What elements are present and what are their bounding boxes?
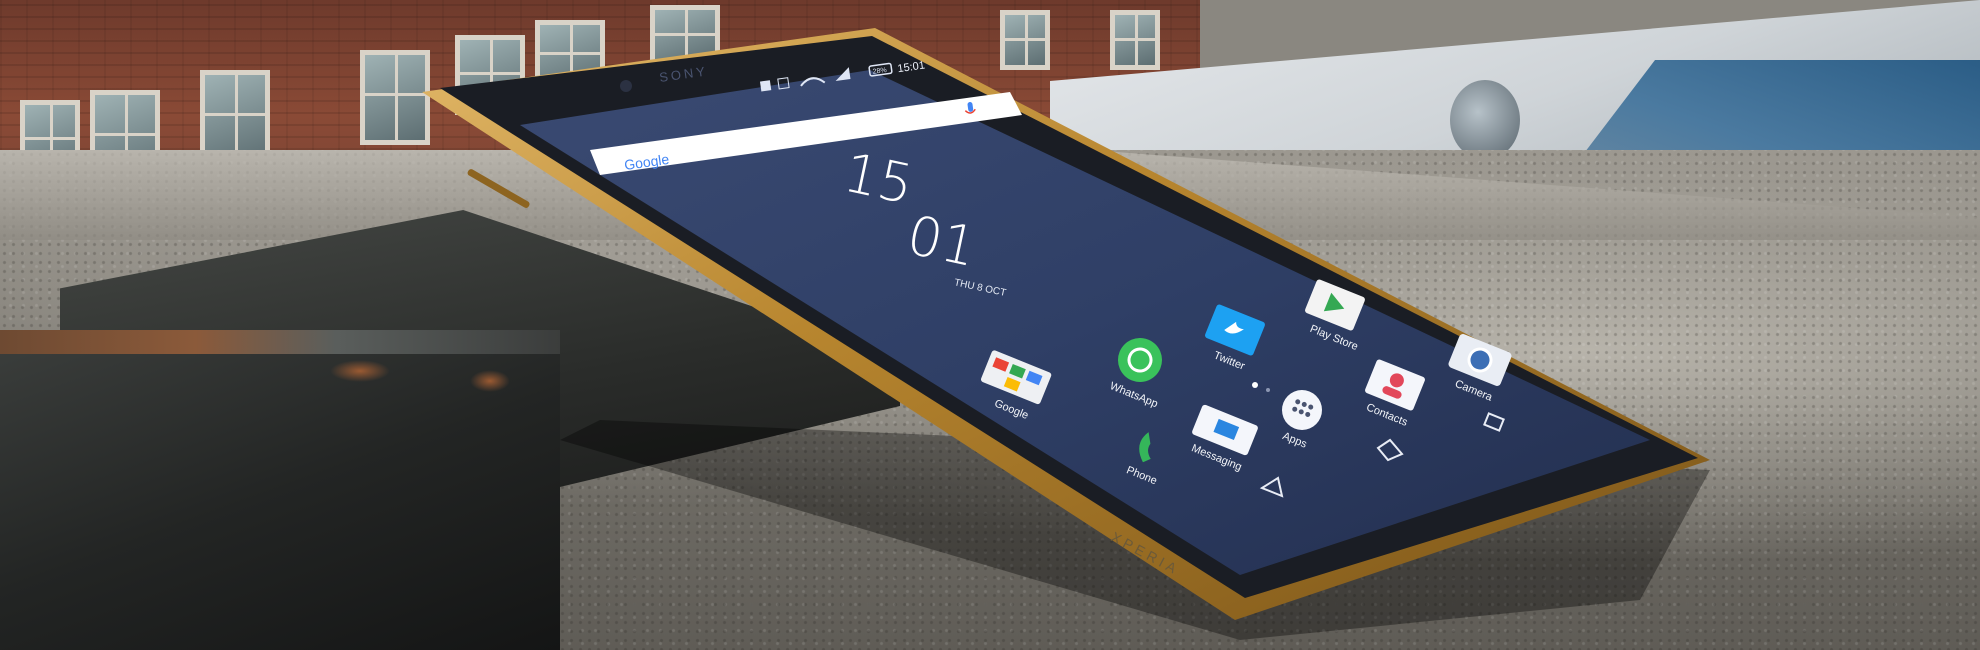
volume-button[interactable] [467, 168, 531, 209]
front-camera [620, 80, 632, 92]
photo-scene: SONY 28% 15:01 Google 15 01 THU 8 OCT Go… [0, 0, 1980, 650]
page-indicator-dot [1252, 382, 1258, 388]
nfc-icon [759, 80, 772, 92]
page-indicator-dot [1266, 388, 1270, 392]
smartphone: SONY 28% 15:01 Google 15 01 THU 8 OCT Go… [422, 28, 1710, 640]
